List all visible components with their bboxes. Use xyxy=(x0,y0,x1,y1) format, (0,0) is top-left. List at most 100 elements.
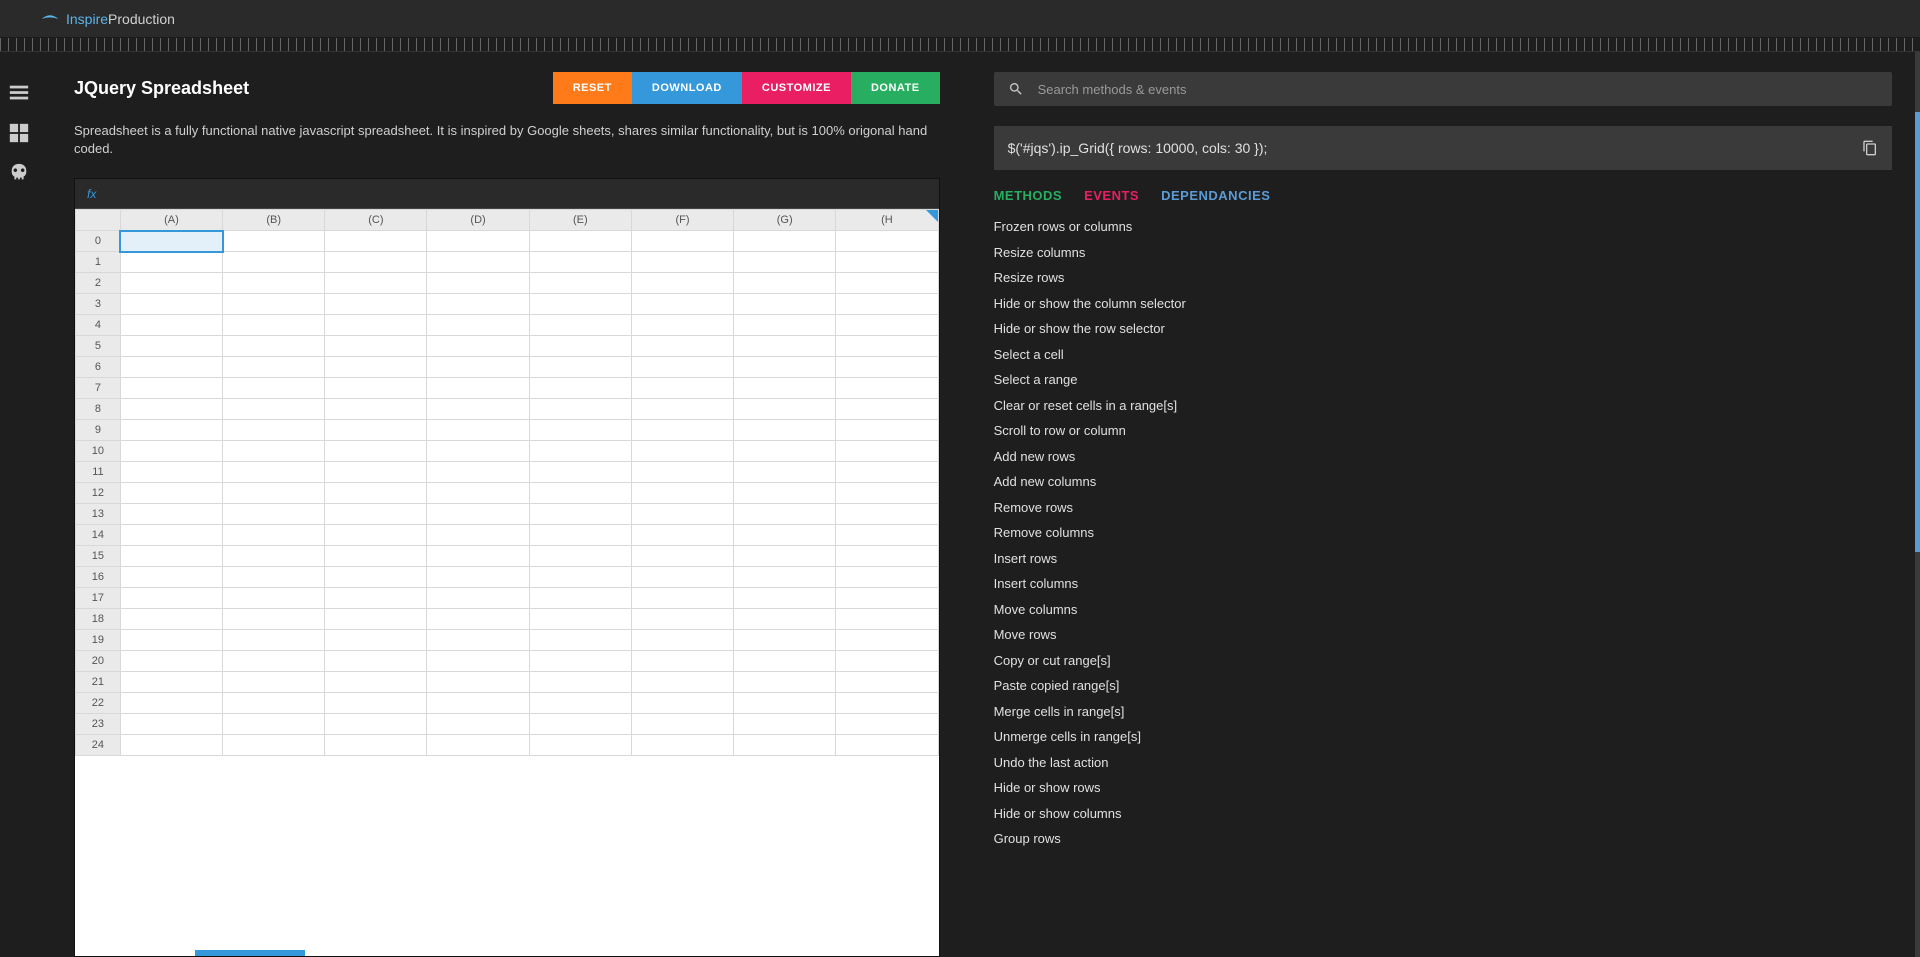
row-header[interactable]: 13 xyxy=(76,504,121,525)
cell[interactable] xyxy=(427,252,529,273)
cell[interactable] xyxy=(836,693,938,714)
cell[interactable] xyxy=(427,714,529,735)
row-header[interactable]: 21 xyxy=(76,672,121,693)
cell[interactable] xyxy=(223,504,325,525)
method-item[interactable]: Resize rows xyxy=(994,268,1892,288)
tab-dependancies[interactable]: DEPENDANCIES xyxy=(1161,188,1270,203)
cell[interactable] xyxy=(223,672,325,693)
row-header[interactable]: 15 xyxy=(76,546,121,567)
cell[interactable] xyxy=(529,672,631,693)
cell[interactable] xyxy=(325,735,427,756)
cell[interactable] xyxy=(529,630,631,651)
cell[interactable] xyxy=(734,714,836,735)
cell[interactable] xyxy=(836,735,938,756)
cell[interactable] xyxy=(836,420,938,441)
cell[interactable] xyxy=(325,399,427,420)
cell[interactable] xyxy=(223,231,325,252)
method-item[interactable]: Unmerge cells in range[s] xyxy=(994,727,1892,747)
cell[interactable] xyxy=(120,294,222,315)
cell[interactable] xyxy=(836,294,938,315)
cell[interactable] xyxy=(325,483,427,504)
copy-icon[interactable] xyxy=(1862,140,1878,156)
cell[interactable] xyxy=(631,336,733,357)
logo[interactable]: InspireProduction xyxy=(40,11,175,27)
row-header[interactable]: 16 xyxy=(76,567,121,588)
cell[interactable] xyxy=(223,378,325,399)
cell[interactable] xyxy=(529,714,631,735)
cell[interactable] xyxy=(120,609,222,630)
cell[interactable] xyxy=(427,399,529,420)
cell[interactable] xyxy=(734,420,836,441)
cell[interactable] xyxy=(836,336,938,357)
cell[interactable] xyxy=(427,336,529,357)
cell[interactable] xyxy=(325,294,427,315)
cell[interactable] xyxy=(836,273,938,294)
cell[interactable] xyxy=(120,336,222,357)
cell[interactable] xyxy=(120,735,222,756)
cell[interactable] xyxy=(631,294,733,315)
cell[interactable] xyxy=(631,252,733,273)
donate-button[interactable]: DONATE xyxy=(851,72,940,104)
cell[interactable] xyxy=(120,588,222,609)
cell[interactable] xyxy=(325,420,427,441)
cell[interactable] xyxy=(631,609,733,630)
cell[interactable] xyxy=(631,714,733,735)
cell[interactable] xyxy=(223,693,325,714)
cell[interactable] xyxy=(223,567,325,588)
cell[interactable] xyxy=(529,483,631,504)
method-item[interactable]: Undo the last action xyxy=(994,753,1892,773)
cell[interactable] xyxy=(120,441,222,462)
cell[interactable] xyxy=(529,462,631,483)
cell[interactable] xyxy=(529,651,631,672)
reset-button[interactable]: RESET xyxy=(553,72,632,104)
cell[interactable] xyxy=(734,567,836,588)
cell[interactable] xyxy=(223,630,325,651)
cell[interactable] xyxy=(325,609,427,630)
sidebar-item-list[interactable] xyxy=(8,82,30,104)
cell[interactable] xyxy=(631,693,733,714)
cell[interactable] xyxy=(836,315,938,336)
cell[interactable] xyxy=(631,504,733,525)
row-header[interactable]: 5 xyxy=(76,336,121,357)
cell[interactable] xyxy=(734,630,836,651)
cell[interactable] xyxy=(836,441,938,462)
cell[interactable] xyxy=(120,630,222,651)
cell[interactable] xyxy=(631,315,733,336)
cell[interactable] xyxy=(836,399,938,420)
method-item[interactable]: Paste copied range[s] xyxy=(994,676,1892,696)
cell[interactable] xyxy=(734,651,836,672)
cell[interactable] xyxy=(325,357,427,378)
cell[interactable] xyxy=(529,504,631,525)
cell[interactable] xyxy=(223,294,325,315)
cell[interactable] xyxy=(631,420,733,441)
method-item[interactable]: Add new columns xyxy=(994,472,1892,492)
cell[interactable] xyxy=(631,651,733,672)
cell[interactable] xyxy=(120,546,222,567)
cell[interactable] xyxy=(734,273,836,294)
cell[interactable] xyxy=(223,420,325,441)
cell[interactable] xyxy=(325,525,427,546)
cell[interactable] xyxy=(120,483,222,504)
column-header[interactable]: (D) xyxy=(427,210,529,231)
cell[interactable] xyxy=(836,567,938,588)
method-item[interactable]: Remove rows xyxy=(994,498,1892,518)
cell[interactable] xyxy=(529,567,631,588)
cell[interactable] xyxy=(631,231,733,252)
method-item[interactable]: Frozen rows or columns xyxy=(994,217,1892,237)
row-header[interactable]: 3 xyxy=(76,294,121,315)
cell[interactable] xyxy=(836,357,938,378)
sidebar-item-skull[interactable] xyxy=(8,162,30,184)
cell[interactable] xyxy=(427,483,529,504)
cell[interactable] xyxy=(427,525,529,546)
cell[interactable] xyxy=(325,504,427,525)
row-header[interactable]: 10 xyxy=(76,441,121,462)
cell[interactable] xyxy=(325,231,427,252)
column-header[interactable]: (A) xyxy=(120,210,222,231)
method-item[interactable]: Hide or show rows xyxy=(994,778,1892,798)
cell[interactable] xyxy=(427,651,529,672)
row-header[interactable]: 6 xyxy=(76,357,121,378)
cell[interactable] xyxy=(223,462,325,483)
cell[interactable] xyxy=(427,672,529,693)
cell[interactable] xyxy=(223,483,325,504)
cell[interactable] xyxy=(734,525,836,546)
